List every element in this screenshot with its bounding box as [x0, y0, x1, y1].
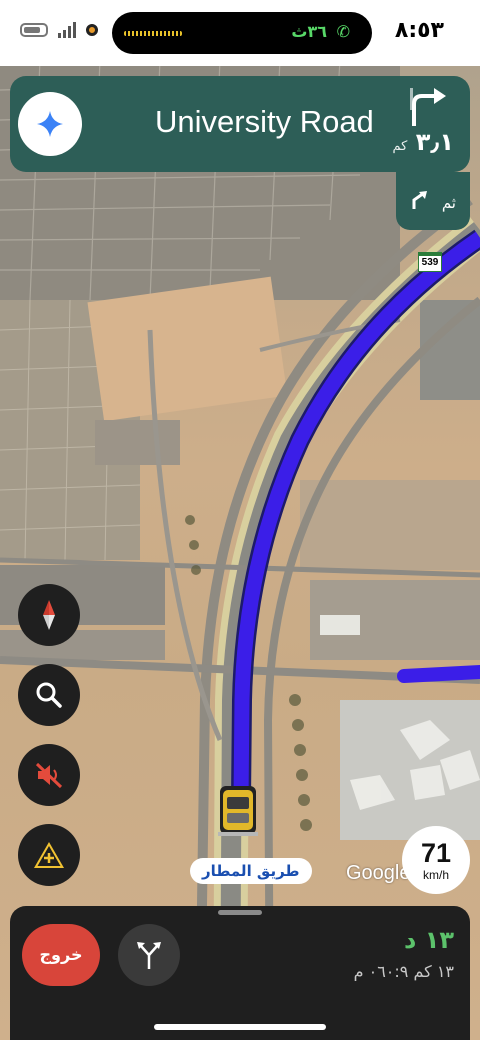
phone-icon: ✆ [336, 22, 350, 41]
recording-indicator-icon [86, 24, 98, 36]
car-puck-icon [218, 786, 258, 836]
route-shield: 539 [418, 252, 442, 272]
call-indicator: ٣٦ث ✆ [291, 22, 350, 41]
alternate-routes-button[interactable] [118, 924, 180, 986]
audio-wave-icon [124, 31, 182, 36]
speed-value: 71 [420, 838, 452, 868]
speedometer: 71 km/h [402, 826, 470, 894]
battery-icon [20, 23, 48, 37]
panel-drag-handle[interactable] [218, 910, 262, 915]
status-icons [20, 22, 98, 38]
clock: ٨:٥٣ [394, 18, 444, 43]
turn-distance-unit: كم [392, 139, 408, 154]
home-indicator[interactable] [154, 1024, 326, 1030]
sound-off-icon [35, 762, 63, 789]
slight-right-icon [412, 191, 427, 209]
turn-indicator: ٣٫١ كم [393, 86, 456, 166]
turn-distance-value: ٣٫١ [415, 128, 454, 156]
sparkle-icon [37, 111, 63, 137]
compass-icon [43, 600, 55, 630]
search-button[interactable] [18, 664, 80, 726]
then-label: ثم [441, 194, 456, 212]
warning-add-icon [34, 842, 64, 868]
assistant-button[interactable] [18, 92, 82, 156]
report-incident-button[interactable] [18, 824, 80, 886]
fork-route-icon [137, 942, 161, 969]
navigation-instruction-card[interactable]: University Road ٣٫١ كم [10, 76, 470, 172]
turn-distance: ٣٫١ كم [393, 128, 454, 156]
mute-button[interactable] [18, 744, 80, 806]
speed-unit: km/h [422, 868, 449, 882]
road-name-label: طريق المطار [190, 858, 312, 884]
eta-duration: ١٣ د [404, 926, 454, 954]
status-bar: ٣٦ث ✆ ٨:٥٣ [0, 0, 480, 66]
next-turn-card: ثم [396, 172, 470, 230]
dynamic-island[interactable]: ٣٦ث ✆ [112, 12, 372, 54]
street-name: University Road [155, 104, 374, 139]
google-watermark: Google [346, 862, 411, 884]
trip-panel[interactable]: خروج ١٣ د ١٣ كم ٠٦٠:٩ م [10, 906, 470, 1040]
search-icon [36, 682, 62, 708]
call-duration: ٣٦ث [291, 22, 328, 41]
eta-detail: ١٣ كم ٠٦٠:٩ م [353, 962, 454, 981]
compass-button[interactable] [18, 584, 80, 646]
exit-navigation-button[interactable]: خروج [22, 924, 100, 986]
signal-icon [58, 22, 76, 38]
turn-right-icon [410, 88, 446, 126]
